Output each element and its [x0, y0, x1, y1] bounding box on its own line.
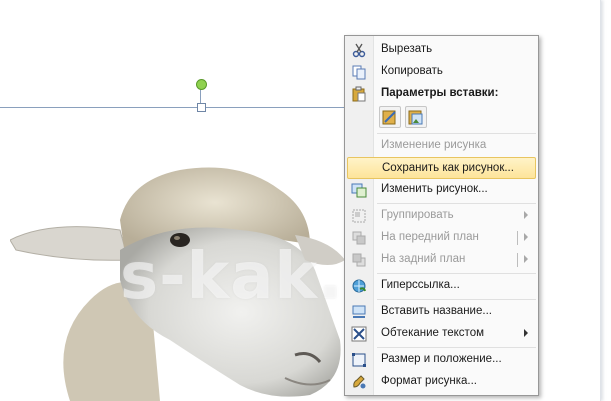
menu-item-label: Группировать: [381, 209, 454, 221]
split-divider: [517, 231, 518, 245]
menu-item-change-picture[interactable]: Изменить рисунок...: [347, 179, 536, 201]
submenu-arrow-icon: [524, 329, 528, 337]
group-icon: [352, 209, 366, 223]
submenu-arrow-icon: [524, 255, 528, 263]
menu-item-paste-options: Параметры вставки:: [347, 83, 536, 105]
insert-caption-icon: [352, 305, 366, 318]
format-picture-icon: [353, 375, 366, 389]
resize-handle-top[interactable]: [197, 103, 206, 112]
menu-item-cut[interactable]: Вырезать: [347, 39, 536, 61]
paste-option-keep-formatting[interactable]: [379, 106, 401, 128]
menu-item-label: Изменение рисунка: [381, 139, 487, 151]
menu-separator: [377, 203, 536, 204]
submenu-arrow-icon: [524, 233, 528, 241]
menu-item-label: Сохранить как рисунок...: [382, 162, 514, 174]
picture-paste-icon: [408, 110, 423, 125]
split-divider: [517, 253, 518, 267]
menu-item-format-picture[interactable]: Формат рисунка...: [347, 371, 536, 393]
menu-separator: [377, 133, 536, 134]
menu-item-insert-caption[interactable]: Вставить название...: [347, 301, 536, 323]
menu-separator: [377, 299, 536, 300]
menu-item-label: Копировать: [381, 65, 443, 77]
keep-source-formatting-icon: [382, 110, 396, 125]
paste-option-picture[interactable]: [405, 106, 427, 128]
text-wrap-icon: [351, 326, 367, 342]
menu-item-label: На передний план: [381, 231, 479, 243]
menu-item-label: Изменить рисунок...: [381, 183, 488, 195]
size-position-icon: [352, 353, 366, 367]
menu-item-label: Обтекание текстом: [381, 327, 484, 339]
submenu-arrow-icon: [524, 211, 528, 219]
rotate-handle[interactable]: [196, 79, 207, 90]
menu-item-bring-forward: На передний план: [347, 227, 536, 249]
scissors-icon: [352, 43, 366, 58]
menu-item-label: Параметры вставки:: [381, 87, 499, 99]
selection-border: [0, 107, 345, 108]
paste-icon: [352, 86, 366, 102]
menu-item-size-position[interactable]: Размер и положение...: [347, 349, 536, 371]
menu-separator: [377, 273, 536, 274]
rotate-stem: [200, 88, 201, 104]
menu-item-send-backward: На задний план: [347, 249, 536, 271]
menu-item-label: Вырезать: [381, 43, 433, 55]
menu-item-label: Вставить название...: [381, 305, 492, 317]
context-menu: Вырезать Копировать Параметры вставки: И…: [344, 35, 539, 396]
menu-item-copy[interactable]: Копировать: [347, 61, 536, 83]
menu-item-hyperlink[interactable]: Гиперссылка...: [347, 275, 536, 297]
change-picture-icon: [351, 183, 367, 198]
hyperlink-icon: [352, 279, 366, 293]
menu-item-change-picture-header: Изменение рисунка: [347, 135, 536, 157]
menu-item-save-as-picture[interactable]: Сохранить как рисунок...: [347, 157, 536, 179]
send-backward-icon: [352, 253, 366, 267]
bring-forward-icon: [352, 231, 366, 245]
menu-item-label: Гиперссылка...: [381, 279, 460, 291]
menu-separator: [377, 347, 536, 348]
menu-item-group: Группировать: [347, 205, 536, 227]
menu-item-label: На задний план: [381, 253, 466, 265]
menu-item-label: Размер и положение...: [381, 353, 502, 365]
copy-icon: [352, 65, 366, 80]
menu-item-text-wrap[interactable]: Обтекание текстом: [347, 323, 536, 345]
menu-item-label: Формат рисунка...: [381, 375, 477, 387]
